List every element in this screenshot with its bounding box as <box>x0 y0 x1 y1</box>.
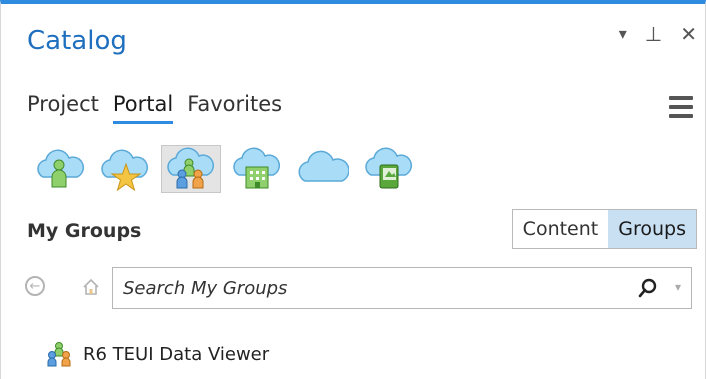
list-item[interactable]: R6 TEUI Data Viewer <box>45 341 269 367</box>
my-groups-button[interactable] <box>161 145 221 193</box>
pane-title: Catalog <box>27 26 127 56</box>
living-atlas-icon <box>365 147 413 189</box>
my-favorites-button[interactable] <box>95 145 155 193</box>
close-icon[interactable]: ✕ <box>680 24 697 44</box>
group-icon <box>47 342 71 367</box>
back-icon[interactable]: ← <box>25 276 45 296</box>
my-favorites-icon <box>101 149 149 191</box>
my-groups-icon <box>167 147 215 189</box>
search-box: ▾ <box>112 267 692 309</box>
search-icon[interactable] <box>637 277 659 299</box>
search-options-icon[interactable]: ▾ <box>675 280 681 294</box>
toggle-content-button[interactable]: Content <box>512 210 609 248</box>
pin-icon[interactable]: ⊥ <box>645 24 662 44</box>
home-icon[interactable] <box>81 277 101 297</box>
my-content-button[interactable] <box>29 145 89 193</box>
content-groups-toggle: Content Groups <box>511 209 697 249</box>
search-input[interactable] <box>123 268 603 308</box>
pane-options-icon[interactable]: ▾ <box>619 26 627 42</box>
my-content-icon <box>37 149 85 188</box>
arcgis-online-button[interactable] <box>293 145 353 193</box>
tab-favorites[interactable]: Favorites <box>187 92 282 124</box>
pane-controls: ▾ ⊥ ✕ <box>619 24 697 44</box>
arcgis-online-icon <box>298 150 349 182</box>
section-title: My Groups <box>27 220 142 242</box>
catalog-pane: Catalog ▾ ⊥ ✕ Project Portal Favorites M… <box>0 0 706 379</box>
tab-portal[interactable]: Portal <box>112 92 174 124</box>
list-item-label: R6 TEUI Data Viewer <box>83 343 270 365</box>
portal-icons-row <box>29 145 419 193</box>
menu-icon[interactable] <box>669 96 693 118</box>
my-organization-icon <box>233 147 281 189</box>
catalog-tabs: Project Portal Favorites <box>27 92 282 124</box>
toggle-groups-button[interactable]: Groups <box>608 210 696 248</box>
living-atlas-button[interactable] <box>359 145 419 193</box>
tab-project[interactable]: Project <box>27 92 99 124</box>
my-organization-button[interactable] <box>227 145 287 193</box>
